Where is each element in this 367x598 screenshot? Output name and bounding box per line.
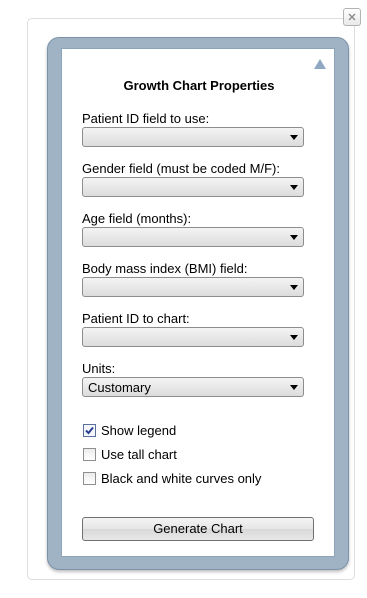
- age-field-select[interactable]: [82, 227, 304, 247]
- units-value: Customary: [88, 380, 151, 395]
- close-button[interactable]: [343, 8, 361, 26]
- show-legend-checkbox[interactable]: Show legend: [83, 422, 176, 438]
- patient-to-chart-label: Patient ID to chart:: [82, 311, 190, 326]
- checkmark-icon: [85, 426, 94, 434]
- close-icon: [348, 13, 356, 21]
- units-select[interactable]: Customary: [82, 377, 304, 397]
- chevron-down-icon: [290, 385, 298, 390]
- gender-field-select[interactable]: [82, 177, 304, 197]
- collapse-up-icon[interactable]: [313, 58, 327, 70]
- chevron-down-icon: [290, 185, 298, 190]
- panel-title: Growth Chart Properties: [123, 78, 275, 93]
- bmi-field-label: Body mass index (BMI) field:: [82, 261, 248, 276]
- gender-field-label: Gender field (must be coded M/F):: [82, 161, 280, 176]
- use-tall-chart-label: Use tall chart: [101, 446, 177, 462]
- black-white-curves-box[interactable]: [83, 471, 96, 485]
- age-field-label: Age field (months):: [82, 211, 192, 226]
- black-white-curves-label: Black and white curves only: [101, 470, 262, 486]
- show-legend-label: Show legend: [101, 422, 177, 438]
- bmi-field-select[interactable]: [82, 277, 304, 297]
- patient-id-field-select[interactable]: [82, 127, 304, 147]
- black-white-curves-checkbox[interactable]: Black and white curves only: [83, 470, 261, 486]
- show-legend-box[interactable]: [83, 423, 96, 437]
- chevron-down-icon: [290, 335, 298, 340]
- use-tall-chart-checkbox[interactable]: Use tall chart: [83, 446, 177, 462]
- patient-to-chart-select[interactable]: [82, 327, 304, 347]
- chevron-down-icon: [290, 135, 298, 140]
- chevron-down-icon: [290, 235, 298, 240]
- use-tall-chart-box[interactable]: [83, 447, 96, 461]
- patient-id-field-label: Patient ID field to use:: [82, 111, 210, 126]
- generate-chart-button[interactable]: Generate Chart: [82, 517, 314, 541]
- units-label: Units:: [82, 361, 116, 376]
- chevron-down-icon: [290, 285, 298, 290]
